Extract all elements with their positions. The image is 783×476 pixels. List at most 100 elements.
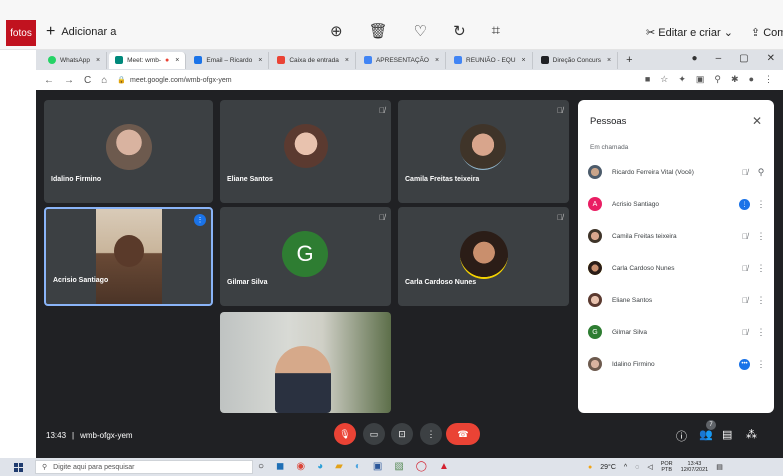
- participant-tile[interactable]: 🎙̸ Eliane Santos: [220, 100, 391, 203]
- info-icon[interactable]: ⓘ: [676, 428, 687, 444]
- chevron-up-icon[interactable]: ^: [624, 464, 627, 471]
- muted-mic-icon[interactable]: 🎙̸: [736, 296, 754, 305]
- weather-icon: ●: [588, 463, 593, 471]
- back-icon[interactable]: ←: [44, 75, 54, 86]
- extension-icon[interactable]: ▣: [696, 74, 705, 85]
- close-tab-icon[interactable]: ×: [258, 57, 262, 64]
- more-options-button[interactable]: ⋮: [420, 423, 442, 445]
- explorer-icon[interactable]: ▰: [335, 461, 343, 472]
- close-tab-icon[interactable]: ×: [345, 57, 349, 64]
- tab-strip: WhatsApp × Meet: wmb- ● × Email – Ricardo × …: [36, 50, 633, 70]
- person-item[interactable]: G Gilmar Silva 🎙̸ ⋮: [588, 322, 768, 342]
- tab-meet[interactable]: Meet: wmb- ● ×: [109, 51, 187, 69]
- person-item[interactable]: Camila Freitas teixeira 🎙̸ ⋮: [588, 226, 768, 246]
- acrobat-icon[interactable]: ▲: [439, 461, 449, 472]
- new-tab-icon[interactable]: +: [626, 54, 632, 66]
- temperature[interactable]: 29°C: [600, 464, 616, 471]
- close-tab-icon[interactable]: ×: [522, 57, 526, 64]
- site-icon: [540, 56, 549, 64]
- participant-tile[interactable]: 🎙̸ Camila Freitas teixeira: [398, 100, 569, 203]
- volume-icon[interactable]: ◁: [647, 463, 652, 471]
- extension-icon[interactable]: ✦: [678, 74, 686, 85]
- avatar[interactable]: ●: [749, 74, 754, 85]
- present-button[interactable]: ⊡: [391, 423, 413, 445]
- chrome-icon[interactable]: ◉: [296, 461, 305, 472]
- edit-create-button[interactable]: ✂ Editar e criar ⌄: [646, 26, 733, 39]
- muted-mic-icon[interactable]: 🎙̸: [736, 328, 754, 337]
- reload-icon[interactable]: C: [84, 75, 91, 86]
- self-video-tile[interactable]: [220, 312, 391, 413]
- meeting-code: wmb-ofgx-yem: [80, 431, 133, 440]
- camera-toggle-button[interactable]: ▭: [363, 423, 385, 445]
- activities-icon[interactable]: ⁂: [746, 428, 757, 441]
- participant-tile[interactable]: G 🎙̸ Gilmar Silva: [220, 207, 391, 306]
- close-window-icon[interactable]: ✕: [767, 53, 775, 64]
- person-item[interactable]: Ricardo Ferreira Vital (Você) 🎙̸ ⚲: [588, 162, 768, 182]
- people-icon[interactable]: 👥: [699, 428, 713, 441]
- store-icon[interactable]: ◼: [276, 461, 284, 472]
- taskbar-clock[interactable]: 13:43 12/07/2021: [681, 461, 709, 473]
- app-icon[interactable]: ◐: [355, 461, 361, 472]
- cortana-icon[interactable]: ○: [258, 461, 264, 472]
- muted-mic-icon[interactable]: 🎙̸: [736, 168, 754, 177]
- menu-icon[interactable]: ⋮: [764, 74, 773, 85]
- chat-icon[interactable]: ▤: [722, 428, 732, 441]
- close-tab-icon[interactable]: ×: [96, 57, 100, 64]
- camera-icon[interactable]: ■: [645, 74, 650, 85]
- person-item[interactable]: A Acrisio Santiago ⋮ ⋮: [588, 194, 768, 214]
- close-tab-icon[interactable]: ×: [175, 57, 179, 64]
- person-item[interactable]: Idalino Firmino ••• ⋮: [588, 354, 768, 374]
- close-tab-icon[interactable]: ×: [435, 57, 439, 64]
- notification-icon[interactable]: ▤: [716, 463, 723, 471]
- more-options-icon[interactable]: ⋮: [754, 199, 768, 210]
- more-options-icon[interactable]: ⋮: [754, 263, 768, 274]
- share-button[interactable]: ⇪ Compar: [751, 26, 783, 39]
- tab-email[interactable]: Email – Ricardo ×: [188, 51, 270, 69]
- photos-icon[interactable]: ▧: [394, 461, 403, 472]
- taskbar-search[interactable]: ⚲ Digite aqui para pesquisar: [35, 460, 253, 474]
- rotate-icon[interactable]: ↻: [453, 22, 466, 40]
- minimize-icon[interactable]: –: [716, 53, 722, 64]
- delete-icon[interactable]: 🗑: [369, 22, 388, 40]
- participant-tile-active[interactable]: ⋮ Acrisio Santiago: [44, 207, 213, 306]
- person-item[interactable]: Eliane Santos 🎙̸ ⋮: [588, 290, 768, 310]
- word-icon[interactable]: ▣: [373, 461, 382, 472]
- search-icon[interactable]: ⚲: [714, 74, 721, 85]
- muted-mic-icon[interactable]: 🎙̸: [736, 232, 754, 241]
- restore-icon[interactable]: ▢: [739, 53, 748, 64]
- tab-gmail[interactable]: Caixa de entrada ×: [271, 51, 356, 69]
- close-icon[interactable]: ✕: [752, 114, 762, 128]
- profile-icon[interactable]: ●: [692, 53, 698, 64]
- puzzle-icon[interactable]: ✱: [731, 74, 739, 85]
- hang-up-button[interactable]: ☎: [446, 423, 480, 445]
- forward-icon[interactable]: →: [64, 75, 74, 86]
- tab-whatsapp[interactable]: WhatsApp ×: [42, 51, 108, 69]
- tab-direcao[interactable]: Direção Concurs ×: [535, 51, 619, 69]
- muted-mic-icon[interactable]: 🎙̸: [736, 264, 754, 273]
- edge-icon[interactable]: ◕: [317, 461, 323, 472]
- participant-tile[interactable]: Idalino Firmino: [44, 100, 213, 203]
- crop-icon[interactable]: ⌗: [492, 22, 500, 40]
- pin-icon[interactable]: ⚲: [754, 167, 768, 178]
- more-options-icon[interactable]: ⋮: [754, 231, 768, 242]
- network-icon[interactable]: ◌: [635, 464, 639, 471]
- more-options-icon[interactable]: ⋮: [754, 327, 768, 338]
- windows-start-icon[interactable]: [14, 462, 23, 472]
- home-icon[interactable]: ⌂: [101, 75, 107, 86]
- tab-meeting[interactable]: REUNIÃO - EQU ×: [448, 51, 533, 69]
- zoom-icon[interactable]: ⊕: [330, 22, 343, 40]
- language-indicator[interactable]: POR PTB: [661, 461, 673, 473]
- more-options-icon[interactable]: ⋮: [754, 295, 768, 306]
- person-item[interactable]: Carla Cardoso Nunes 🎙̸ ⋮: [588, 258, 768, 278]
- favorite-icon[interactable]: ♡: [414, 22, 427, 40]
- close-tab-icon[interactable]: ×: [607, 57, 611, 64]
- mic-toggle-button[interactable]: 🎙: [334, 423, 356, 445]
- star-icon[interactable]: ☆: [660, 74, 668, 85]
- more-options-icon[interactable]: ⋮: [754, 359, 768, 370]
- participant-tile[interactable]: 🎙̸ Carla Cardoso Nunes: [398, 207, 569, 306]
- tab-presentation[interactable]: APRESENTAÇÃO ×: [358, 51, 447, 69]
- opera-icon[interactable]: ◯: [416, 461, 427, 472]
- photos-app-tag[interactable]: fotos: [6, 20, 36, 46]
- address-bar[interactable]: 🔒 meet.google.com/wmb-ofgx-yem: [117, 76, 231, 85]
- add-to-button[interactable]: + Adicionar a: [46, 24, 116, 40]
